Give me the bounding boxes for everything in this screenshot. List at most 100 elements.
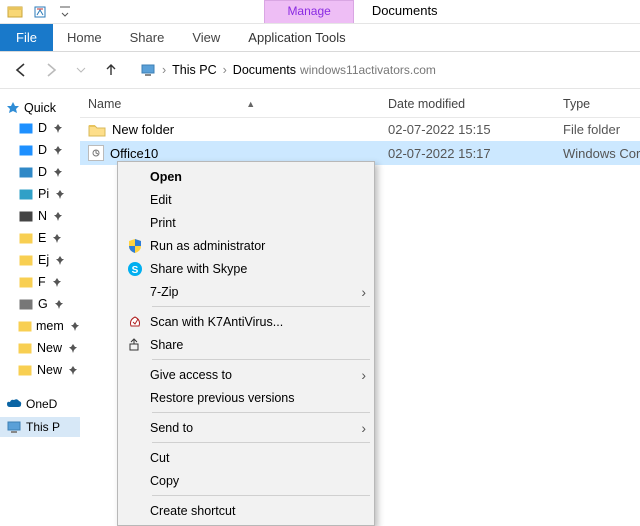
sidebar-item-icon xyxy=(18,186,34,202)
sidebar-item-icon xyxy=(18,296,34,312)
breadcrumb[interactable]: › This PC › Documents windows11activator… xyxy=(140,62,436,78)
file-type: Windows Cor xyxy=(555,142,640,165)
pin-icon xyxy=(52,277,62,287)
sidebar-thispc-label: This P xyxy=(26,420,60,434)
sidebar-item[interactable]: Ej xyxy=(0,249,80,271)
sidebar-item-label: E xyxy=(38,231,46,245)
sidebar-item-label: New xyxy=(37,341,62,355)
sort-asc-icon: ▲ xyxy=(246,99,255,109)
breadcrumb-documents[interactable]: Documents xyxy=(233,63,296,77)
batch-file-icon xyxy=(88,145,104,161)
forward-button[interactable] xyxy=(38,57,64,83)
sidebar-item-icon xyxy=(18,230,34,246)
recent-dropdown-icon[interactable] xyxy=(68,57,94,83)
sidebar-item[interactable]: D xyxy=(0,117,80,139)
navigation-bar: › This PC › Documents windows11activator… xyxy=(0,52,640,88)
sidebar-item-icon xyxy=(18,208,34,224)
menu-label: 7-Zip xyxy=(150,285,361,299)
star-icon xyxy=(6,101,20,115)
sidebar-item-icon xyxy=(18,164,34,180)
menu-item-create-shortcut[interactable]: Create shortcut xyxy=(120,499,372,522)
pin-icon xyxy=(68,343,78,353)
column-header: Name ▲ Date modified Type xyxy=(80,89,640,118)
pc-icon xyxy=(140,62,156,78)
breadcrumb-thispc[interactable]: This PC xyxy=(172,63,216,77)
menu-item-run-admin[interactable]: Run as administrator xyxy=(120,234,372,257)
sidebar-item-icon xyxy=(18,142,34,158)
column-header-name[interactable]: Name ▲ xyxy=(80,89,380,117)
contextual-tab-manage[interactable]: Manage xyxy=(264,0,353,23)
menu-item-scan-antivirus[interactable]: Scan with K7AntiVirus... xyxy=(120,310,372,333)
pin-icon xyxy=(55,255,65,265)
file-date: 02-07-2022 15:17 xyxy=(380,142,555,165)
menu-item-7zip[interactable]: 7-Zip› xyxy=(120,280,372,303)
sidebar-onedrive-label: OneD xyxy=(26,397,57,411)
menu-label: Share with Skype xyxy=(150,262,366,276)
explorer-icon[interactable] xyxy=(4,1,26,23)
menu-separator xyxy=(152,359,370,360)
file-name: Office10 xyxy=(110,146,158,161)
menu-label: Cut xyxy=(150,451,366,465)
pin-icon xyxy=(68,365,78,375)
window-title: Documents xyxy=(354,0,456,23)
watermark-text: windows11activators.com xyxy=(300,63,436,77)
menu-label: Print xyxy=(150,216,366,230)
menu-item-copy[interactable]: Copy xyxy=(120,469,372,492)
menu-separator xyxy=(152,442,370,443)
qat-properties-icon[interactable] xyxy=(29,1,51,23)
quick-access[interactable]: Quick xyxy=(0,99,80,117)
sidebar-item[interactable]: G xyxy=(0,293,80,315)
pin-icon xyxy=(52,233,62,243)
sidebar-item-label: mem xyxy=(36,319,64,333)
table-row[interactable]: New folder 02-07-2022 15:15 File folder xyxy=(80,118,640,141)
back-button[interactable] xyxy=(8,57,34,83)
menu-item-cut[interactable]: Cut xyxy=(120,446,372,469)
up-button[interactable] xyxy=(98,57,124,83)
menu-item-edit[interactable]: Edit xyxy=(120,188,372,211)
pin-icon xyxy=(55,189,65,199)
menu-item-open[interactable]: Open xyxy=(120,165,372,188)
file-date: 02-07-2022 15:15 xyxy=(380,118,555,141)
column-name-label: Name xyxy=(88,97,121,111)
svg-text:S: S xyxy=(132,265,139,276)
menu-separator xyxy=(152,412,370,413)
qat-dropdown-icon[interactable] xyxy=(54,1,76,23)
sidebar-thispc[interactable]: This P xyxy=(0,417,80,437)
pin-icon xyxy=(53,167,63,177)
menu-item-share-skype[interactable]: S Share with Skype xyxy=(120,257,372,280)
menu-item-give-access[interactable]: Give access to› xyxy=(120,363,372,386)
tab-share[interactable]: Share xyxy=(116,24,179,51)
sidebar-item-icon xyxy=(18,362,33,378)
skype-icon: S xyxy=(120,261,150,277)
tab-home[interactable]: Home xyxy=(53,24,116,51)
sidebar-item[interactable]: D xyxy=(0,161,80,183)
quick-access-label: Quick xyxy=(24,101,56,115)
menu-label: Scan with K7AntiVirus... xyxy=(150,315,366,329)
menu-label: Copy xyxy=(150,474,366,488)
sidebar-item-label: D xyxy=(38,143,47,157)
sidebar-item[interactable]: N xyxy=(0,205,80,227)
sidebar-item[interactable]: New xyxy=(0,359,80,381)
menu-item-send-to[interactable]: Send to› xyxy=(120,416,372,439)
column-header-type[interactable]: Type xyxy=(555,89,640,117)
tab-view[interactable]: View xyxy=(178,24,234,51)
title-bar: Manage Documents xyxy=(0,0,640,24)
menu-item-restore[interactable]: Restore previous versions xyxy=(120,386,372,409)
sidebar-item-label: Ej xyxy=(38,253,49,267)
menu-label: Edit xyxy=(150,193,366,207)
menu-label: Share xyxy=(150,338,366,352)
sidebar-item[interactable]: D xyxy=(0,139,80,161)
pin-icon xyxy=(53,123,63,133)
column-header-date[interactable]: Date modified xyxy=(380,89,555,117)
tab-application-tools[interactable]: Application Tools xyxy=(234,24,359,51)
folder-icon xyxy=(88,123,106,137)
menu-item-share[interactable]: Share xyxy=(120,333,372,356)
sidebar-item[interactable]: Pi xyxy=(0,183,80,205)
sidebar-onedrive[interactable]: OneD xyxy=(0,395,80,413)
sidebar-item[interactable]: F xyxy=(0,271,80,293)
menu-item-print[interactable]: Print xyxy=(120,211,372,234)
tab-file[interactable]: File xyxy=(0,24,53,51)
sidebar-item[interactable]: E xyxy=(0,227,80,249)
sidebar-item[interactable]: mem xyxy=(0,315,80,337)
sidebar-item[interactable]: New xyxy=(0,337,80,359)
